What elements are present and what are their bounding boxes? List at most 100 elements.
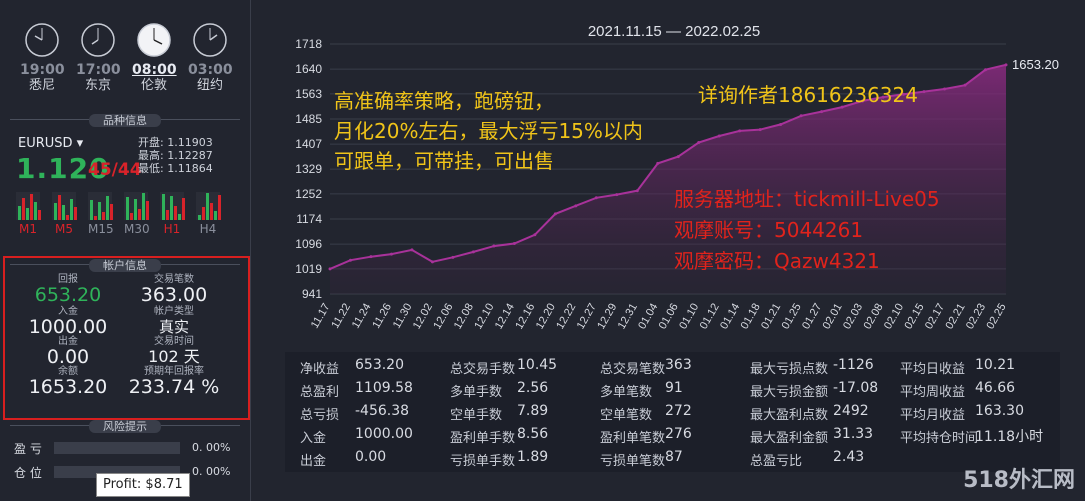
timeframe-bar [26,208,29,220]
ohlc-info: 开盘: 1.11903 最高: 1.12287 最低: 1.11864 [138,136,213,175]
clock-icon [81,23,115,57]
data-point [799,114,803,118]
x-axis: 11.1711.2211.2411.2611.3012.0212.0612.08… [309,302,1009,332]
stat-value: 11.18小时 [975,429,1044,445]
annual-cell: 预期年回报率 233.74 % [128,366,220,398]
y-tick-label: 1407 [295,137,322,151]
stat-label: 出金 [300,454,327,469]
x-tick-label: 12.06 [431,302,455,332]
stat-row: 平均月收益 [900,404,965,423]
timeframe-bar [18,206,21,220]
clock-time: 08:00 [132,62,177,78]
timeframe-h4[interactable]: H4 [196,192,221,236]
timeframe-bars [124,192,149,220]
data-point [492,244,496,248]
stat-value: 1109.58 [355,380,413,396]
stat-label: 总盈利 [300,385,340,400]
clock-city: 纽约 [196,78,223,93]
stat-label: 最大亏损金额 [750,385,829,400]
timeframe-label: M30 [124,222,150,236]
stat-row: 空单手数 [450,404,502,423]
stat-value: -456.38 [355,403,410,419]
stat-label: 入金 [300,431,327,446]
stat-label: 净收益 [300,362,340,377]
timeframe-label: M15 [88,222,114,236]
clock-london[interactable]: 08:00 伦敦 [132,22,177,94]
x-tick-label: 01.04 [636,302,660,332]
stat-row: 亏损单手数 [450,450,515,469]
stat-value: 1000.00 [355,426,413,442]
statistics-table: 净收益 653.20 总盈利 1109.58 总亏损 -456.38 入金 1000.00 出金… [285,352,1060,472]
data-point [963,83,967,87]
x-tick-label: 01.10 [677,302,701,332]
timeframe-m30[interactable]: M30 [124,192,150,236]
x-tick-label: 12.29 [595,302,619,332]
symbol-select[interactable]: EURUSD ▾ [18,136,83,151]
y-tick-label: 1640 [295,62,322,76]
clock-time: 19:00 [20,62,65,78]
stat-value: 2.43 [833,449,865,465]
timeframe-m1[interactable]: M1 [16,192,41,236]
clock-icon [25,23,59,57]
stat-label: 最大盈利金额 [750,431,829,446]
stat-value: 2.56 [517,380,549,396]
x-tick-label: 11.17 [309,302,333,331]
timeframe-bar [138,209,141,220]
stat-label: 总亏损 [300,408,340,423]
return-cell: 回报 653.20 [34,274,102,306]
profit-tooltip: Profit: $8.71 [96,473,190,497]
stat-label: 盈利单手数 [450,431,516,446]
y-tick-label: 1019 [295,262,322,276]
timeframe-bar [38,210,41,220]
x-tick-label: 01.14 [718,302,742,332]
low-price: 最低: 1.11864 [138,162,213,175]
x-tick-label: 01.25 [780,302,804,332]
x-tick-label: 02.15 [903,302,927,332]
timeframe-m15[interactable]: M15 [88,192,114,236]
profit-value: 0. 00% [192,441,231,454]
clock-time: 17:00 [76,62,121,78]
stat-row: 最大亏损金额 [750,381,828,400]
clock-tokyo: 17:00 东京 [76,22,121,94]
stat-row: 亏损单笔数 [600,450,665,469]
stat-row: 总亏损 [300,404,339,423]
stat-row: 总交易笔数 [600,358,665,377]
x-tick-label: 12.08 [452,302,476,332]
data-point [533,233,537,237]
y-tick-label: 1563 [295,87,322,101]
x-tick-label: 12.27 [575,302,599,332]
x-tick-label: 02.25 [984,302,1008,332]
stat-value: -17.08 [833,380,879,396]
stat-label: 总盈亏比 [750,454,803,469]
timeframe-bar [126,197,129,220]
data-point [943,87,947,91]
x-tick-label: 12.31 [616,302,640,332]
timeframe-bar [74,207,77,220]
data-point [348,258,352,262]
timeframe-bar [22,198,25,220]
account-info: 回报 653.20 交易笔数 363.00 入金 1000.00 帐户类型 真实 出金 0… [16,274,230,404]
timeframe-label: H1 [163,222,181,236]
stat-label: 盈利单笔数 [600,431,666,446]
timeframe-bar [170,196,173,220]
stat-value: 2492 [833,403,869,419]
timeframe-m5[interactable]: M5 [52,192,77,236]
stat-label: 平均周收益 [900,385,966,400]
timeframe-label: M5 [55,222,73,236]
watermark: 518外汇网 [963,468,1075,493]
stat-value: -1126 [833,357,874,373]
data-point [369,255,373,259]
stat-row: 净收益 [300,358,339,377]
overlay-line: 高准确率策略，跑磅钮， [334,89,554,113]
data-point [1004,63,1008,67]
x-tick-label: 02.23 [964,302,988,332]
stat-row: 最大盈利金额 [750,427,828,446]
timeframe-bar [54,203,57,220]
x-tick-label: 02.03 [841,302,865,332]
data-point [389,252,393,256]
stat-label: 空单笔数 [600,408,653,423]
data-point [717,134,721,138]
stat-row: 最大盈利点数 [750,404,828,423]
stat-row: 最大亏损点数 [750,358,828,377]
timeframe-h1[interactable]: H1 [160,192,185,236]
